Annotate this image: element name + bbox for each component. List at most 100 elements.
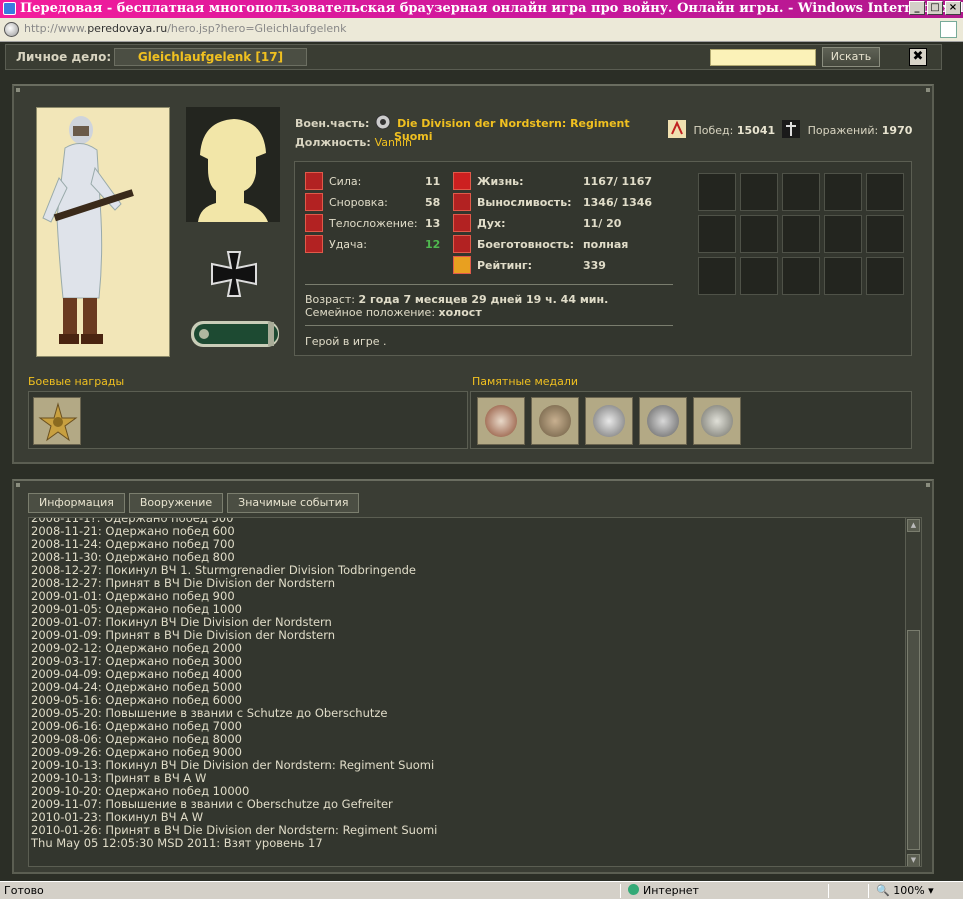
tab-events[interactable]: Значимые события: [227, 493, 360, 513]
position-label: Должность:: [295, 136, 371, 149]
close-window-button[interactable]: ×: [945, 1, 961, 15]
inventory-slot[interactable]: [824, 257, 862, 295]
tab-info[interactable]: Информация: [28, 493, 125, 513]
hero-name: Gleichlaufgelenk [17]: [114, 48, 307, 66]
iron-cross-icon: [211, 251, 257, 297]
events-log: 2008-11-1?: Одержано побед 500 2008-11-21…: [28, 517, 922, 867]
losses-value: 1970: [881, 124, 913, 137]
stats-panel: Сила: 11 Сноровка: 58 Телосложение: 13 У…: [294, 161, 912, 356]
star-medal-icon: [38, 402, 78, 442]
divider: [305, 284, 673, 285]
status-separator: [620, 884, 621, 898]
minimize-button[interactable]: _: [909, 1, 925, 15]
corner-rivet: [926, 483, 930, 487]
inventory-slot[interactable]: [740, 215, 778, 253]
events-panel: Информация Вооружение Значимые события 2…: [12, 479, 934, 874]
divider: [305, 325, 673, 326]
combat-awards-label: Боевые награды: [28, 375, 125, 388]
position-value: Vanhin: [374, 136, 412, 149]
unit-emblem-icon: [375, 114, 391, 130]
stat-constitution: Телосложение: 13: [305, 214, 445, 234]
inventory-slot[interactable]: [782, 173, 820, 211]
window-controls: _ □ ×: [909, 1, 961, 15]
address-bar: http://www.peredovaya.ru/hero.jsp?hero=G…: [0, 18, 963, 42]
corner-rivet: [16, 88, 20, 92]
stat-readiness: Боеготовность: полная: [453, 235, 673, 255]
scroll-thumb[interactable]: [907, 630, 920, 850]
inventory-slot[interactable]: [824, 173, 862, 211]
position: Должность: Vanhin: [295, 136, 412, 149]
memorial-medal[interactable]: [639, 397, 687, 445]
eagle-medal-icon: [485, 405, 517, 437]
memorial-medal[interactable]: [585, 397, 633, 445]
page-icon[interactable]: [940, 21, 957, 38]
profile-panel: Воен.часть: Die Division der Nordstern: …: [12, 84, 934, 464]
profile-label: Личное дело:: [16, 50, 112, 64]
inventory-slots: [698, 173, 904, 295]
hero-portrait: [36, 107, 170, 357]
stat-spirit: Дух: 11/ 20: [453, 214, 673, 234]
maximize-button[interactable]: □: [927, 1, 943, 15]
unit-label: Воен.часть:: [295, 117, 370, 130]
win-loss: Побед: 15041 Поражений: 1970: [668, 120, 912, 138]
endurance-icon: [453, 193, 471, 211]
status-separator: [868, 884, 869, 898]
globe-icon: [4, 22, 19, 37]
inventory-slot[interactable]: [866, 215, 904, 253]
inventory-slot[interactable]: [782, 215, 820, 253]
scroll-up-icon[interactable]: ▲: [907, 519, 920, 532]
stat-life: Жизнь: 1167/ 1167: [453, 172, 673, 192]
memorial-medal[interactable]: [693, 397, 741, 445]
ie-icon: [3, 2, 16, 15]
window-titlebar: Передовая - бесплатная многопользователь…: [0, 0, 963, 18]
victory-icon: [668, 120, 686, 138]
zoom-level[interactable]: 🔍 100% ▾: [876, 882, 934, 899]
inventory-slot[interactable]: [740, 173, 778, 211]
inventory-slot[interactable]: [866, 173, 904, 211]
readiness-icon: [453, 235, 471, 253]
events-log-text: 2008-11-1?: Одержано побед 500 2008-11-21…: [31, 518, 437, 850]
inventory-slot[interactable]: [740, 257, 778, 295]
unit-name[interactable]: Die Division der Nordstern: Regiment: [397, 117, 630, 130]
inventory-slot[interactable]: [698, 215, 736, 253]
memorial-medals-label: Памятные медали: [472, 375, 579, 388]
log-scrollbar[interactable]: ▲ ▼: [905, 518, 921, 866]
security-zone: Интернет: [628, 882, 699, 899]
bronze-medal-icon: [539, 405, 571, 437]
losses-label: Поражений:: [807, 124, 879, 137]
family-value: холост: [438, 306, 482, 319]
stat-endurance: Выносливость: 1346/ 1346: [453, 193, 673, 213]
corner-rivet: [16, 483, 20, 487]
tab-weapons[interactable]: Вооружение: [128, 493, 224, 513]
search-button[interactable]: Искать: [822, 47, 880, 67]
stat-strength: Сила: 11: [305, 172, 445, 192]
inventory-slot[interactable]: [782, 257, 820, 295]
memorial-medal[interactable]: [531, 397, 579, 445]
strength-icon: [305, 172, 323, 190]
scroll-down-icon[interactable]: ▼: [907, 854, 920, 866]
inventory-slot[interactable]: [698, 173, 736, 211]
silver-medal-icon: [593, 405, 625, 437]
rating-icon: [453, 256, 471, 274]
inventory-slot[interactable]: [866, 257, 904, 295]
soldier-figure-icon: [42, 116, 134, 344]
memorial-medals: [470, 391, 912, 449]
inventory-slot[interactable]: [698, 257, 736, 295]
constitution-icon: [305, 214, 323, 232]
close-profile-button[interactable]: ✖: [909, 48, 927, 66]
wins-value: 15041: [736, 124, 776, 137]
status-separator: [828, 884, 829, 898]
log-entry: Thu May 05 12:05:30 MSD 2011: Взят урове…: [31, 836, 323, 850]
memorial-medal[interactable]: [477, 397, 525, 445]
family-line: Семейное положение: холост: [305, 306, 482, 319]
url-text[interactable]: http://www.peredovaya.ru/hero.jsp?hero=G…: [24, 22, 347, 35]
hero-status: Герой в игре .: [305, 335, 387, 348]
age-value: 2 года 7 месяцев 29 дней 19 ч. 44 мин.: [358, 293, 609, 306]
stat-rating: Рейтинг: 339: [453, 256, 673, 276]
spirit-icon: [453, 214, 471, 232]
combat-medal[interactable]: [33, 397, 81, 445]
helmet-silhouette-icon: [198, 119, 268, 222]
search-input[interactable]: [710, 49, 816, 66]
inventory-slot[interactable]: [824, 215, 862, 253]
internet-zone-icon: [628, 884, 639, 895]
